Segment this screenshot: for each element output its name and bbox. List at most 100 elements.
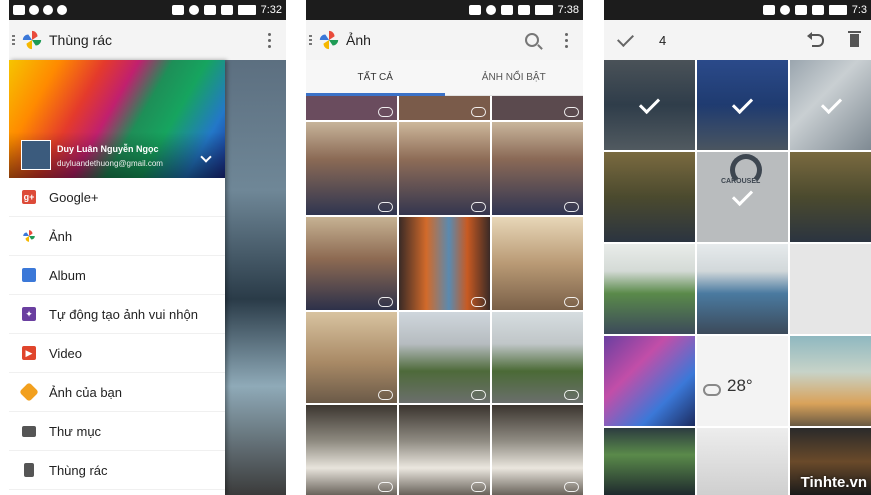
photo-thumbnail[interactable] bbox=[492, 122, 583, 215]
nav-item-video[interactable]: ▶ Video bbox=[9, 334, 225, 373]
watermark-text: Tinhte.vn bbox=[800, 474, 867, 491]
selected-check-icon bbox=[731, 92, 754, 115]
cloud-icon bbox=[471, 297, 486, 307]
navigation-drawer: Duy Luân Nguyễn Ngọc duyluandethuong@gma… bbox=[9, 60, 225, 495]
cloud-icon bbox=[378, 482, 393, 492]
selected-check-icon bbox=[731, 184, 754, 207]
nav-item-label: Thùng rác bbox=[49, 462, 108, 478]
nav-item-label: Video bbox=[49, 345, 83, 361]
screenshot-thumbnail[interactable] bbox=[697, 428, 788, 495]
drawer-toggle-icon[interactable] bbox=[12, 35, 15, 45]
cloud-icon bbox=[378, 390, 393, 400]
weather-temperature: 28° bbox=[727, 376, 753, 395]
signal-icon bbox=[220, 5, 233, 15]
cloud-icon bbox=[564, 482, 579, 492]
location-icon bbox=[779, 5, 790, 15]
cloud-icon bbox=[471, 482, 486, 492]
search-icon[interactable] bbox=[525, 33, 539, 47]
album-icon bbox=[22, 268, 36, 282]
photo-thumbnail[interactable] bbox=[306, 217, 397, 310]
phone-screen-selection: 7:3 4 CAROUSEL 28° Tinhte.vn bbox=[604, 0, 871, 495]
drawer-toggle-icon[interactable] bbox=[309, 35, 312, 45]
weather-widget-thumbnail[interactable]: 28° bbox=[697, 336, 788, 426]
account-name: Duy Luân Nguyễn Ngọc bbox=[57, 144, 159, 154]
photo-thumbnail[interactable] bbox=[604, 152, 695, 242]
blank-thumbnail[interactable] bbox=[790, 244, 871, 334]
page-title: Thùng rác bbox=[49, 32, 113, 48]
cloud-icon bbox=[471, 390, 486, 400]
nav-item-album[interactable]: Album bbox=[9, 256, 225, 295]
nfc-icon bbox=[468, 5, 481, 15]
tab-highlights[interactable]: ẢNH NỔI BẬT bbox=[445, 60, 584, 95]
done-check-icon[interactable] bbox=[617, 29, 634, 47]
photo-thumbnail-selected[interactable] bbox=[697, 60, 788, 150]
overflow-menu-icon[interactable] bbox=[268, 32, 272, 48]
nav-item-label: Album bbox=[49, 267, 86, 283]
page-title: Ảnh bbox=[346, 32, 371, 48]
sync-icon bbox=[57, 5, 67, 15]
photo-thumbnail[interactable] bbox=[399, 405, 490, 495]
photo-thumbnail-selected[interactable]: CAROUSEL bbox=[697, 152, 788, 242]
nav-item-folders[interactable]: Thư mục bbox=[9, 412, 225, 451]
photo-thumbnail[interactable] bbox=[306, 122, 397, 215]
tag-icon bbox=[19, 382, 39, 402]
photos-pinwheel-icon bbox=[23, 230, 35, 242]
video-icon: ▶ bbox=[22, 346, 36, 360]
photo-thumbnail-selected[interactable] bbox=[604, 60, 695, 150]
screenshot-thumbnail[interactable] bbox=[604, 244, 695, 334]
nav-item-trash[interactable]: Thùng rác bbox=[9, 451, 225, 490]
selected-count: 4 bbox=[659, 32, 667, 48]
photo-thumbnail[interactable] bbox=[790, 152, 871, 242]
avatar[interactable] bbox=[21, 140, 51, 170]
location-icon bbox=[485, 5, 496, 15]
selected-check-icon bbox=[820, 92, 843, 115]
photo-thumbnail[interactable] bbox=[492, 217, 583, 310]
battery-icon bbox=[828, 5, 847, 15]
photos-pinwheel-icon bbox=[22, 30, 42, 50]
selected-check-icon bbox=[638, 92, 661, 115]
restore-icon[interactable] bbox=[807, 31, 824, 47]
signal-icon bbox=[811, 5, 824, 15]
wifi-icon bbox=[203, 5, 216, 15]
status-time: 7:32 bbox=[260, 4, 282, 16]
overflow-menu-icon[interactable] bbox=[565, 32, 569, 48]
wifi-icon bbox=[500, 5, 513, 15]
tab-bar: TẤT CẢ ẢNH NỔI BẬT bbox=[306, 60, 583, 96]
background-photo-grid bbox=[225, 60, 286, 495]
cloud-icon bbox=[471, 107, 486, 117]
folder-icon bbox=[22, 425, 36, 437]
battery-icon bbox=[534, 5, 553, 15]
nav-item-google-plus[interactable]: g+ Google+ bbox=[9, 178, 225, 217]
photo-thumbnail[interactable] bbox=[399, 217, 490, 310]
message-icon bbox=[13, 5, 25, 15]
nav-item-your-photos[interactable]: Ảnh của bạn bbox=[9, 373, 225, 412]
photo-thumbnail[interactable] bbox=[492, 405, 583, 495]
photo-thumbnail[interactable] bbox=[492, 312, 583, 403]
photo-thumbnail[interactable] bbox=[306, 96, 397, 120]
nav-item-auto-awesome[interactable]: ✦ Tự động tạo ảnh vui nhộn bbox=[9, 295, 225, 334]
photo-thumbnail[interactable] bbox=[399, 96, 490, 120]
nav-item-label: Ảnh của bạn bbox=[49, 384, 123, 400]
delete-trash-icon[interactable] bbox=[848, 30, 861, 47]
status-bar: 7:38 bbox=[306, 0, 583, 20]
photo-thumbnail[interactable] bbox=[790, 336, 871, 426]
screenshot-thumbnail[interactable] bbox=[604, 336, 695, 426]
notification-icon bbox=[29, 5, 39, 15]
tab-all[interactable]: TẤT CẢ bbox=[306, 60, 445, 96]
app-bar: Ảnh bbox=[306, 20, 583, 61]
photo-thumbnail[interactable] bbox=[492, 96, 583, 120]
screenshot-thumbnail[interactable] bbox=[604, 428, 695, 495]
google-plus-icon: g+ bbox=[22, 190, 36, 204]
nav-item-label: Thư mục bbox=[49, 423, 102, 439]
photo-thumbnail[interactable] bbox=[306, 405, 397, 495]
photo-thumbnail[interactable] bbox=[306, 312, 397, 403]
wifi-icon bbox=[794, 5, 807, 15]
photo-thumbnail-selected[interactable] bbox=[790, 60, 871, 150]
photo-thumbnail[interactable] bbox=[399, 122, 490, 215]
nav-item-label: Tự động tạo ảnh vui nhộn bbox=[49, 306, 198, 322]
screenshot-thumbnail[interactable] bbox=[697, 244, 788, 334]
status-bar: 7:32 bbox=[9, 0, 286, 20]
app-bar: Thùng rác bbox=[9, 20, 286, 61]
nav-item-photos[interactable]: Ảnh bbox=[9, 217, 225, 256]
photo-thumbnail[interactable] bbox=[399, 312, 490, 403]
